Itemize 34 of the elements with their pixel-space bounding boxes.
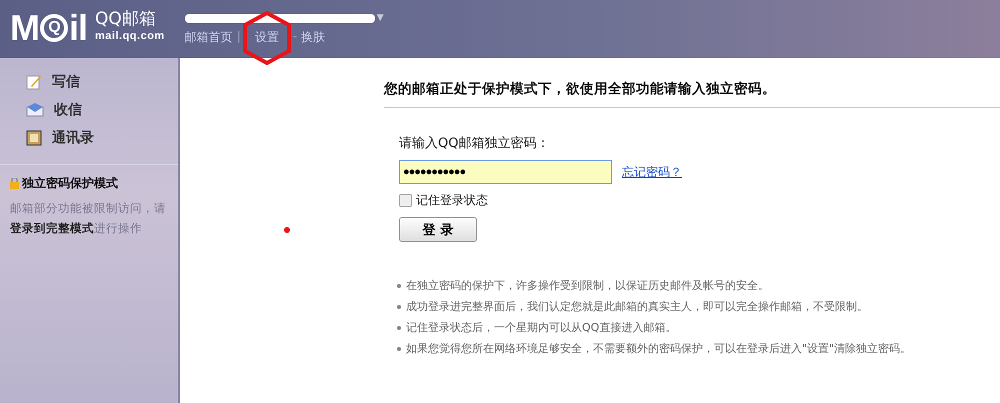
password-field[interactable]: ●●●●●●●●●●●	[399, 160, 612, 184]
nav-separator: -	[292, 29, 298, 45]
bullet-icon	[397, 304, 401, 308]
nav-separator: |	[236, 29, 241, 45]
envelope-icon	[26, 103, 44, 117]
logo-domain: mail.qq.com	[95, 30, 165, 42]
tip-text: 如果您觉得您所在网络环境足够安全，不需要额外的密码保护，可以在登录后进入"设置"清除独立密码。	[406, 341, 912, 356]
sidebar-item[interactable]: 收信	[0, 96, 178, 124]
sidebar-item[interactable]: 通讯录	[0, 124, 178, 152]
logo-name: QQ邮箱	[95, 8, 157, 30]
nav-link[interactable]: 设置	[254, 29, 279, 46]
address-book-icon	[26, 130, 42, 146]
full-mode-link[interactable]: 登录到完整模式	[10, 221, 94, 235]
sidebar-item[interactable]: 写信	[0, 68, 178, 96]
lock-icon	[10, 178, 19, 189]
login-button[interactable]: 登 录	[399, 217, 477, 242]
notice-text: 邮箱部分功能被限制访问，请 登录到完整模式进行操作	[8, 200, 167, 237]
marker-dot	[284, 227, 290, 233]
notice-title: 独立密码保护模式	[22, 175, 118, 192]
password-label: 请输入QQ邮箱独立密码：	[399, 135, 550, 152]
pencil-note-icon	[26, 74, 42, 90]
remember-label: 记住登录状态	[416, 192, 488, 209]
bullet-icon	[397, 346, 401, 350]
remember-checkbox[interactable]	[399, 194, 412, 207]
bullet-icon	[397, 284, 401, 288]
nav-link[interactable]: 换肤	[301, 29, 326, 46]
protection-heading: 您的邮箱正处于保护模式下，欲使用全部功能请输入独立密码。	[384, 80, 1000, 108]
bullet-icon	[397, 326, 401, 330]
tip-text: 成功登录进完整界面后，我们认定您就是此邮箱的真实主人，即可以完全操作邮箱，不受限制。	[406, 299, 868, 314]
nav-link[interactable]: 邮箱首页	[184, 29, 233, 46]
forgot-password-link[interactable]: 忘记密码？	[622, 164, 682, 180]
logo: M Q il	[10, 8, 88, 48]
tip-text: 记住登录状态后，一个星期内可以从QQ直接进入邮箱。	[406, 320, 676, 335]
tip-text: 在独立密码的保护下，许多操作受到限制，以保证历史邮件及帐号的安全。	[406, 278, 769, 293]
